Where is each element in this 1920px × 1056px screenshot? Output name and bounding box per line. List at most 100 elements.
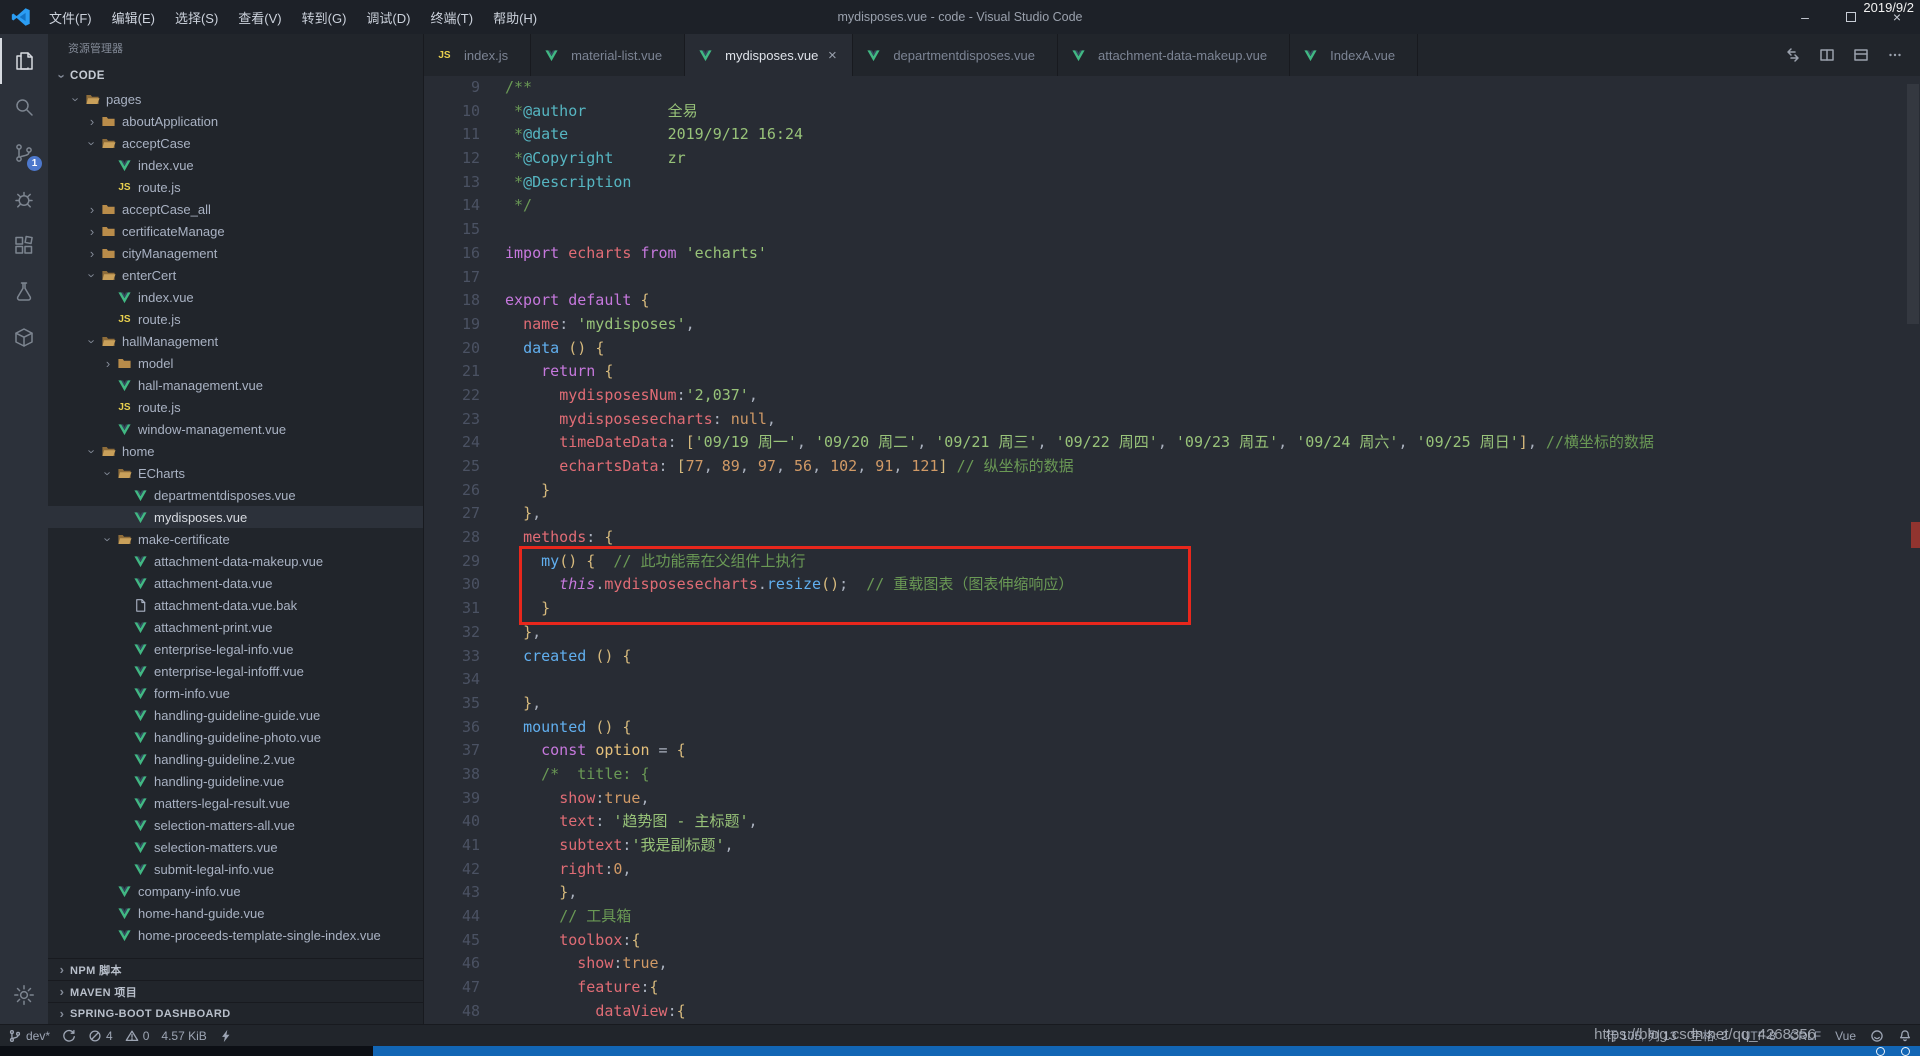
minimize-button[interactable]: –	[1782, 0, 1828, 34]
code-line[interactable]: 31 }	[424, 597, 1920, 621]
tree-item-form-info-vue[interactable]: form-info.vue	[48, 682, 423, 704]
taskbar-strip[interactable]	[0, 1046, 1920, 1056]
activity-source-control[interactable]: 1	[0, 130, 48, 176]
code-editor[interactable]: 9/** 10 *@author 全易 11 *@date 2019/9/12 16…	[424, 76, 1920, 1024]
code-line[interactable]: 47 feature:{	[424, 976, 1920, 1000]
tree-item-citymanagement[interactable]: › cityManagement	[48, 242, 423, 264]
tree-item-aboutapplication[interactable]: › aboutApplication	[48, 110, 423, 132]
tree-item-attachment-print-vue[interactable]: attachment-print.vue	[48, 616, 423, 638]
activity-explorer[interactable]	[0, 38, 48, 84]
scrollbar-thumb[interactable]	[1907, 84, 1919, 324]
tab-attachment-data-makeup-vue[interactable]: attachment-data-makeup.vue	[1057, 34, 1291, 76]
tree-item-route-js[interactable]: JS route.js	[48, 396, 423, 418]
tree-item-departmentdisposes-vue[interactable]: departmentdisposes.vue	[48, 484, 423, 506]
menu-item-e[interactable]: 编辑(E)	[103, 4, 164, 31]
code-line[interactable]: 40 text: '趋势图 - 主标题',	[424, 810, 1920, 834]
menu-item-h[interactable]: 帮助(H)	[484, 4, 546, 31]
activity-test[interactable]	[0, 268, 48, 314]
code-line[interactable]: 16 import echarts from 'echarts'	[424, 242, 1920, 266]
tree-item-make-certificate[interactable]: › make-certificate	[48, 528, 423, 550]
code-line[interactable]: 48 dataView:{	[424, 1000, 1920, 1024]
code-line[interactable]: 27 },	[424, 502, 1920, 526]
code-line[interactable]: 19 name: 'mydisposes',	[424, 313, 1920, 337]
code-line[interactable]: 39 show:true,	[424, 787, 1920, 811]
code-line[interactable]: 42 right:0,	[424, 858, 1920, 882]
code-line[interactable]: 9 /**	[424, 76, 1920, 100]
status-language-mode[interactable]: Vue	[1835, 1029, 1856, 1043]
close-icon[interactable]: ×	[824, 48, 840, 63]
code-line[interactable]: 30 this.mydisposesecharts.resize(); // 重…	[424, 573, 1920, 597]
tree-item-entercert[interactable]: › enterCert	[48, 264, 423, 286]
split-editor-icon[interactable]	[1814, 42, 1840, 68]
tree-item-handling-guideline-photo-vue[interactable]: handling-guideline-photo.vue	[48, 726, 423, 748]
tree-item-route-js[interactable]: JS route.js	[48, 176, 423, 198]
tree-item-model[interactable]: › model	[48, 352, 423, 374]
tree-item-attachment-data-vue-bak[interactable]: attachment-data.vue.bak	[48, 594, 423, 616]
status-notifications[interactable]	[1898, 1029, 1912, 1043]
code-line[interactable]: 36 mounted () {	[424, 716, 1920, 740]
status-errors[interactable]: 4	[88, 1029, 113, 1043]
tree-item-window-management-vue[interactable]: window-management.vue	[48, 418, 423, 440]
code-line[interactable]: 14 */	[424, 194, 1920, 218]
code-line[interactable]: 12 *@Copyright zr	[424, 147, 1920, 171]
code-line[interactable]: 41 subtext:'我是副标题',	[424, 834, 1920, 858]
tree-item-certificatemanage[interactable]: › certificateManage	[48, 220, 423, 242]
tree-item-home-proceeds-template-single-index-vue[interactable]: home-proceeds-template-single-index.vue	[48, 924, 423, 946]
tree-item-attachment-data-vue[interactable]: attachment-data.vue	[48, 572, 423, 594]
menu-item-v[interactable]: 查看(V)	[229, 4, 290, 31]
activity-debug[interactable]	[0, 176, 48, 222]
code-line[interactable]: 24 timeDateData: ['09/19 周一', '09/20 周二'…	[424, 431, 1920, 455]
tab-material-list-vue[interactable]: material-list.vue	[531, 34, 686, 76]
tree-item-enterprise-legal-infofff-vue[interactable]: enterprise-legal-infofff.vue	[48, 660, 423, 682]
sidebar-section-maven[interactable]: › MAVEN 项目	[48, 980, 423, 1002]
tree-item-submit-legal-info-vue[interactable]: submit-legal-info.vue	[48, 858, 423, 880]
status-sync[interactable]	[62, 1029, 76, 1043]
tab-mydisposes-vue[interactable]: mydisposes.vue ×	[685, 34, 854, 76]
tree-item-route-js[interactable]: JS route.js	[48, 308, 423, 330]
activity-settings[interactable]	[0, 972, 48, 1018]
tree-item-pages[interactable]: › pages	[48, 88, 423, 110]
code-line[interactable]: 17	[424, 266, 1920, 290]
code-line[interactable]: 23 mydisposesecharts: null,	[424, 408, 1920, 432]
menu-item-g[interactable]: 转到(G)	[293, 4, 356, 31]
tree-item-mydisposes-vue[interactable]: mydisposes.vue	[48, 506, 423, 528]
code-line[interactable]: 26 }	[424, 479, 1920, 503]
tree-item-handling-guideline-vue[interactable]: handling-guideline.vue	[48, 770, 423, 792]
code-line[interactable]: 37 const option = {	[424, 739, 1920, 763]
activity-extensions[interactable]	[0, 222, 48, 268]
open-changes-icon[interactable]	[1780, 42, 1806, 68]
sidebar-section-npm[interactable]: › NPM 脚本	[48, 958, 423, 980]
tab-indexa-vue[interactable]: IndexA.vue	[1290, 34, 1419, 76]
menu-item-f[interactable]: 文件(F)	[40, 4, 101, 31]
tree-item-handling-guideline-guide-vue[interactable]: handling-guideline-guide.vue	[48, 704, 423, 726]
status-file-size[interactable]: 4.57 KiB	[161, 1029, 206, 1043]
tree-item-hallmanagement[interactable]: › hallManagement	[48, 330, 423, 352]
editor-scrollbar[interactable]	[1906, 76, 1920, 1024]
code-line[interactable]: 46 show:true,	[424, 952, 1920, 976]
menu-item-t[interactable]: 终端(T)	[421, 4, 482, 31]
tree-item-hall-management-vue[interactable]: hall-management.vue	[48, 374, 423, 396]
code-line[interactable]: 10 *@author 全易	[424, 100, 1920, 124]
code-line[interactable]: 21 return {	[424, 360, 1920, 384]
tree-item-selection-matters-all-vue[interactable]: selection-matters-all.vue	[48, 814, 423, 836]
tree-item-attachment-data-makeup-vue[interactable]: attachment-data-makeup.vue	[48, 550, 423, 572]
activity-search[interactable]	[0, 84, 48, 130]
tree-item-company-info-vue[interactable]: company-info.vue	[48, 880, 423, 902]
sidebar-section-spring-boot-dashboard[interactable]: › SPRING-BOOT DASHBOARD	[48, 1002, 423, 1024]
code-line[interactable]: 13 *@Description	[424, 171, 1920, 195]
code-line[interactable]: 29 my() { // 此功能需在父组件上执行	[424, 550, 1920, 574]
code-line[interactable]: 35 },	[424, 692, 1920, 716]
tree-item-enterprise-legal-info-vue[interactable]: enterprise-legal-info.vue	[48, 638, 423, 660]
tab-index-js[interactable]: JS index.js	[424, 34, 532, 76]
tree-item-home-hand-guide-vue[interactable]: home-hand-guide.vue	[48, 902, 423, 924]
tree-item-echarts[interactable]: › ECharts	[48, 462, 423, 484]
code-line[interactable]: 18 export default {	[424, 289, 1920, 313]
code-line[interactable]: 20 data () {	[424, 337, 1920, 361]
code-line[interactable]: 45 toolbox:{	[424, 929, 1920, 953]
tree-item-acceptcase-all[interactable]: › acceptCase_all	[48, 198, 423, 220]
tree-item-selection-matters-vue[interactable]: selection-matters.vue	[48, 836, 423, 858]
tree-item-home[interactable]: › home	[48, 440, 423, 462]
code-line[interactable]: 43 },	[424, 881, 1920, 905]
explorer-section-code[interactable]: › CODE	[48, 64, 423, 88]
code-line[interactable]: 11 *@date 2019/9/12 16:24	[424, 123, 1920, 147]
